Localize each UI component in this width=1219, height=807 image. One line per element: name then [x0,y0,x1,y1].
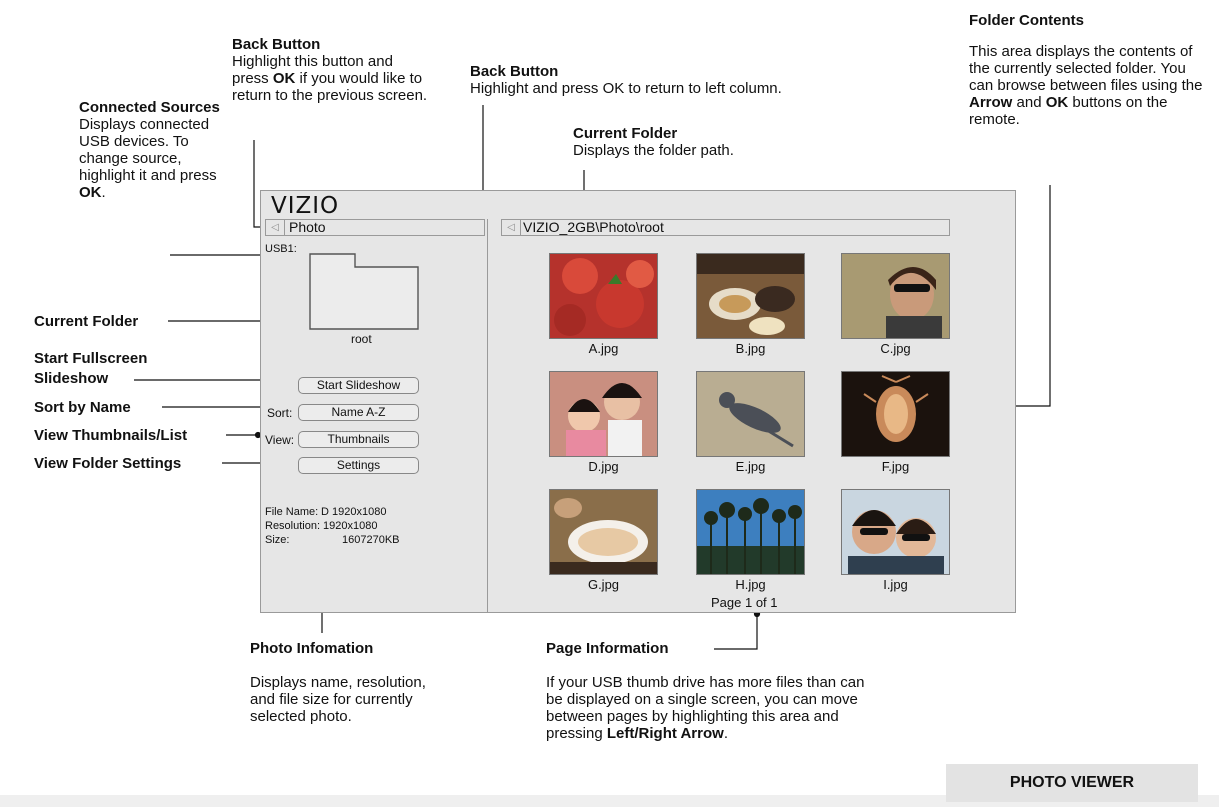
back-arrow-icon: ◁ [507,222,515,233]
thumbnail-f[interactable] [841,371,950,457]
settings-button[interactable]: Settings [298,457,419,474]
folder-icon[interactable] [309,253,421,331]
start-slideshow-button[interactable]: Start Slideshow [298,377,419,394]
callout-back-button-left: Back Button Highlight this button and pr… [232,36,432,104]
thumbnail-caption: C.jpg [880,341,911,356]
vizio-logo: VIZIO [271,193,340,219]
callout-start-slideshow: Start Fullscreen Slideshow [34,350,148,387]
callout-text: and [1012,94,1046,111]
view-caption: View: [265,433,295,447]
view-button[interactable]: Thumbnails [298,431,419,448]
thumbnail-d[interactable] [549,371,658,457]
callout-text-end: . [101,184,106,201]
thumbnail-caption: H.jpg [735,577,766,592]
back-arrow-icon: ◁ [271,222,279,233]
thumbnail-a[interactable] [549,253,658,339]
callout-title: Page Information [546,640,669,657]
size-label: Size: [265,534,290,546]
callout-current-folder-top: Current Folder Displays the folder path. [573,125,833,159]
callout-key: OK [272,70,296,87]
callout-key: Arrow [969,94,1013,111]
callout-view-thumbnails: View Thumbnails/List [34,427,188,444]
thumbnail-b[interactable] [696,253,805,339]
size-value: 1607270KB [342,534,400,546]
callout-title: Current Folder [573,125,678,142]
callout-text: This area displays the contents of the c… [969,43,1203,94]
callout-view-folder-settings: View Folder Settings [34,455,182,472]
back-button-right[interactable]: ◁ [502,220,521,235]
photo-viewer-screen: VIZIO ◁ Photo ◁ VIZIO_2GB\Photo\root USB… [260,190,1016,613]
thumbnail-caption: B.jpg [735,341,766,356]
thumbnail-h[interactable] [696,489,805,575]
callout-text: Displays the folder path. [573,142,734,159]
callout-back-button-right: Back Button Highlight and press OK to re… [470,63,900,97]
thumbnail-g[interactable] [549,489,658,575]
thumbnail-caption: E.jpg [735,459,766,474]
callout-text: Displays connected USB devices. To chang… [79,116,217,184]
left-nav-bar: ◁ Photo [265,219,485,236]
thumbnail-caption: G.jpg [587,577,620,592]
resolution-label: Resolution: [265,520,321,532]
thumbnail-caption: I.jpg [883,577,908,592]
thumbnail-caption: A.jpg [588,341,619,356]
callout-text: Highlight and press OK to return to left… [470,80,782,97]
sort-button[interactable]: Name A-Z [298,404,419,421]
callout-key: OK [1045,94,1069,111]
callout-text: Displays name, resolution, and file size… [250,674,426,725]
callout-title: Folder Contents [969,12,1084,29]
thumbnail-i[interactable] [841,489,950,575]
callout-title: Connected Sources [79,99,220,116]
callout-connected-sources: Connected Sources Displays connected USB… [79,99,229,201]
section-label: PHOTO VIEWER [946,764,1198,802]
thumbnail-caption: D.jpg [588,459,619,474]
callout-text-end: . [723,725,728,742]
resolution-value: 1920x1080 [323,520,378,532]
thumbnail-c[interactable] [841,253,950,339]
file-name-value: D 1920x1080 [321,506,387,518]
callout-title: Photo Infomation [250,640,374,657]
page-info[interactable]: Page 1 of 1 [711,595,778,610]
folder-name: root [351,332,372,346]
sort-caption: Sort: [267,406,293,420]
usb-source-label[interactable]: USB1: [265,243,297,255]
callout-folder-contents: Folder Contents This area displays the c… [969,12,1209,128]
callout-photo-information: Photo Infomation Displays name, resoluti… [250,640,430,725]
callout-sort-by-name: Sort by Name [34,399,131,416]
callout-title: Back Button [470,63,559,80]
file-name-label: File Name: [265,506,319,518]
callout-key: OK [79,184,102,201]
photo-info: File Name: D 1920x1080 Resolution: 1920x10… [265,505,465,547]
callout-current-folder-left: Current Folder [34,313,139,330]
folder-path: VIZIO_2GB\Photo\root [523,219,664,235]
callout-key: Left/Right Arrow [606,725,724,742]
callout-page-information: Page Information If your USB thumb drive… [546,640,876,742]
callout-title: Back Button [232,36,321,53]
column-divider [487,219,488,613]
thumbnail-caption: F.jpg [881,459,910,474]
left-nav-label: Photo [289,219,326,235]
right-nav-bar: ◁ VIZIO_2GB\Photo\root [501,219,950,236]
back-button-left[interactable]: ◁ [266,220,285,235]
thumbnail-e[interactable] [696,371,805,457]
